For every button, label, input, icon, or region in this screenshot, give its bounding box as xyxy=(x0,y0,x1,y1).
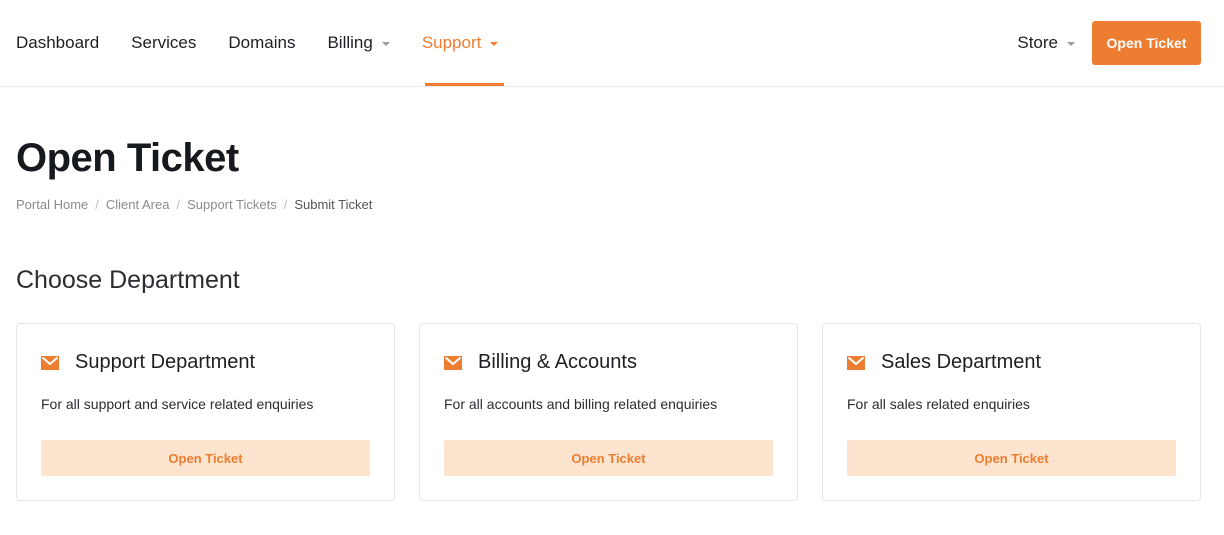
section-title: Choose Department xyxy=(16,266,240,294)
department-card-support: Support Department For all support and s… xyxy=(16,323,395,501)
breadcrumb: Portal Home / Client Area / Support Tick… xyxy=(16,197,372,212)
nav-right: Store Open Ticket xyxy=(1017,0,1201,86)
open-ticket-sales-button[interactable]: Open Ticket xyxy=(847,440,1176,476)
nav-item-support[interactable]: Support xyxy=(421,0,504,86)
nav-item-label: Domains xyxy=(228,33,296,52)
department-name: Sales Department xyxy=(881,351,1042,373)
nav-item-label: Dashboard xyxy=(16,33,100,52)
envelope-icon xyxy=(847,355,865,370)
nav-item-dashboard[interactable]: Dashboard xyxy=(16,0,99,86)
nav-item-label: Billing xyxy=(327,33,373,52)
department-card-sales: Sales Department For all sales related e… xyxy=(822,323,1201,501)
open-ticket-billing-button[interactable]: Open Ticket xyxy=(444,440,773,476)
department-description: For all support and service related enqu… xyxy=(41,396,314,412)
breadcrumb-separator: / xyxy=(176,197,181,212)
department-name: Support Department xyxy=(75,351,256,373)
department-card-billing: Billing & Accounts For all accounts and … xyxy=(419,323,798,501)
envelope-icon xyxy=(41,355,59,370)
store-label: Store xyxy=(1017,33,1058,52)
card-header: Support Department xyxy=(41,351,255,374)
nav-item-billing[interactable]: Billing xyxy=(327,0,390,86)
caret-down-icon xyxy=(490,42,499,46)
department-cards: Support Department For all support and s… xyxy=(16,323,1201,501)
nav-item-label: Support xyxy=(421,33,482,52)
card-header: Billing & Accounts xyxy=(444,351,637,374)
breadcrumb-separator: / xyxy=(95,197,99,212)
breadcrumb-current: Submit Ticket xyxy=(294,197,373,212)
caret-down-icon xyxy=(381,42,390,46)
breadcrumb-portal-home[interactable]: Portal Home xyxy=(16,197,88,212)
department-description: For all sales related enquiries xyxy=(847,396,1030,412)
department-name: Billing & Accounts xyxy=(478,351,637,373)
store-menu[interactable]: Store xyxy=(1017,33,1075,53)
main-nav: Dashboard Services Domains Billing Suppo… xyxy=(16,0,530,86)
nav-item-domains[interactable]: Domains xyxy=(228,0,295,86)
nav-item-label: Services xyxy=(131,33,197,52)
top-navbar: Dashboard Services Domains Billing Suppo… xyxy=(0,0,1224,87)
department-description: For all accounts and billing related enq… xyxy=(444,396,718,412)
open-ticket-support-button[interactable]: Open Ticket xyxy=(41,440,370,476)
page-title: Open Ticket xyxy=(16,136,239,180)
envelope-icon xyxy=(444,355,462,370)
breadcrumb-support-tickets[interactable]: Support Tickets xyxy=(187,197,277,212)
nav-item-services[interactable]: Services xyxy=(131,0,196,86)
breadcrumb-separator: / xyxy=(283,197,288,212)
open-ticket-button[interactable]: Open Ticket xyxy=(1092,21,1201,65)
caret-down-icon xyxy=(1067,42,1075,46)
card-header: Sales Department xyxy=(847,351,1041,374)
breadcrumb-client-area[interactable]: Client Area xyxy=(106,197,170,212)
